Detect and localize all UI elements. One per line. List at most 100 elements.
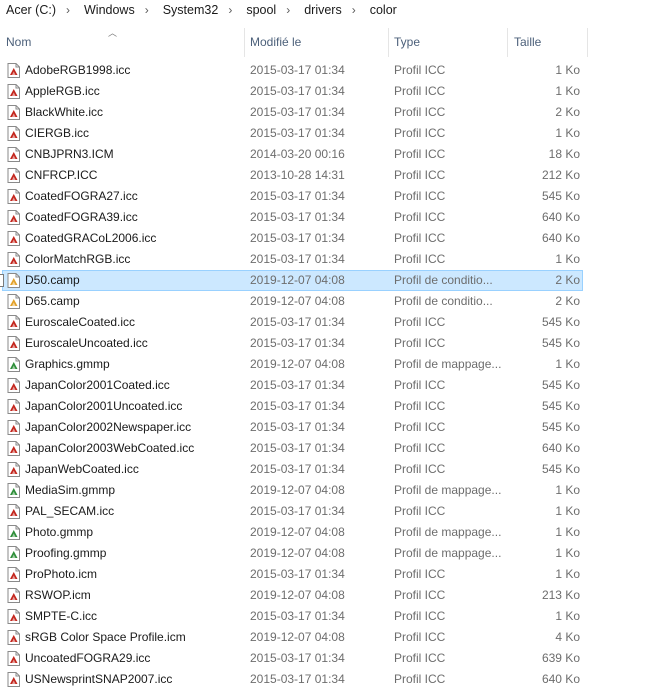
column-header-name[interactable]: Nom — [0, 28, 244, 57]
file-name: EuroscaleUncoated.icc — [25, 336, 148, 350]
icc-profile-icon — [7, 147, 20, 162]
icc-profile-icon — [7, 63, 20, 78]
file-size: 640 Ko — [541, 441, 580, 455]
table-row[interactable]: CoatedGRACoL2006.icc 2015-03-17 01:34 Prof… — [0, 228, 645, 249]
table-row[interactable]: CNFRCP.ICC 2013-10-28 14:31 Profil ICC 212 … — [0, 165, 645, 186]
table-row[interactable]: Graphics.gmmp 2019-12-07 04:08 Profil de m… — [0, 354, 645, 375]
breadcrumb-item[interactable]: color — [364, 3, 399, 17]
file-name: USNewsprintSNAP2007.icc — [25, 672, 173, 686]
file-type: Profil ICC — [394, 336, 446, 350]
file-type: Profil de mappage... — [394, 525, 502, 539]
table-row[interactable]: BlackWhite.icc 2015-03-17 01:34 Profil ICC… — [0, 102, 645, 123]
file-date: 2019-12-07 04:08 — [250, 483, 345, 497]
table-row[interactable]: JapanColor2001Uncoated.icc 2015-03-17 01:… — [0, 396, 645, 417]
file-name: JapanColor2001Uncoated.icc — [25, 399, 183, 413]
table-row[interactable]: JapanColor2003WebCoated.icc 2015-03-17 01… — [0, 438, 645, 459]
file-size: 212 Ko — [541, 168, 580, 182]
table-row[interactable]: CIERGB.icc 2015-03-17 01:34 Profil ICC 1 Ko — [0, 123, 645, 144]
file-type: Profil ICC — [394, 147, 446, 161]
file-date: 2015-03-17 01:34 — [250, 504, 345, 518]
table-row[interactable]: ColorMatchRGB.icc 2015-03-17 01:34 Profil … — [0, 249, 645, 270]
file-date: 2015-03-17 01:34 — [250, 63, 345, 77]
gmmp-profile-icon — [7, 483, 20, 498]
table-row[interactable]: JapanWebCoated.icc 2015-03-17 01:34 Profil… — [0, 459, 645, 480]
breadcrumb-item[interactable]: Windows — [78, 3, 137, 17]
icc-profile-icon — [7, 231, 20, 246]
file-name: PAL_SECAM.icc — [25, 504, 115, 518]
camp-profile-icon — [7, 294, 20, 309]
file-name: AdobeRGB1998.icc — [25, 63, 131, 77]
file-type: Profil ICC — [394, 672, 446, 686]
breadcrumb-item[interactable]: System32 — [157, 3, 221, 17]
file-date: 2015-03-17 01:34 — [250, 189, 345, 203]
table-row[interactable]: USNewsprintSNAP2007.icc 2015-03-17 01:34 P… — [0, 669, 645, 690]
column-header-type[interactable]: Type — [388, 28, 508, 57]
file-name: JapanColor2003WebCoated.icc — [25, 441, 195, 455]
file-date: 2019-12-07 04:08 — [250, 525, 345, 539]
table-row[interactable]: JapanColor2001Coated.icc 2015-03-17 01:34… — [0, 375, 645, 396]
column-header-size[interactable]: Taille — [508, 28, 588, 57]
breadcrumb-item[interactable]: spool — [240, 3, 278, 17]
file-date: 2019-12-07 04:08 — [250, 294, 345, 308]
file-date: 2015-03-17 01:34 — [250, 378, 345, 392]
breadcrumb: Acer (C:) › Windows › System32 › spool ›… — [0, 0, 645, 20]
file-size: 640 Ko — [541, 210, 580, 224]
file-size: 545 Ko — [541, 378, 580, 392]
table-row[interactable]: Proofing.gmmp 2019-12-07 04:08 Profil de m… — [0, 543, 645, 564]
table-row[interactable]: UncoatedFOGRA29.icc 2015-03-17 01:34 Profi… — [0, 648, 645, 669]
file-type: Profil ICC — [394, 378, 446, 392]
icc-profile-icon — [7, 462, 20, 477]
table-row[interactable]: CNBJPRN3.ICM 2014-03-20 00:16 Profil ICC 18… — [0, 144, 645, 165]
file-date: 2013-10-28 14:31 — [250, 168, 345, 182]
file-size: 1 Ko — [555, 525, 580, 539]
checkbox[interactable] — [0, 274, 4, 287]
table-row[interactable]: AdobeRGB1998.icc 2015-03-17 01:34 Profil I… — [0, 60, 645, 81]
icc-profile-icon — [7, 210, 20, 225]
icc-profile-icon — [7, 336, 20, 351]
breadcrumb-item[interactable]: Acer (C:) — [0, 3, 58, 17]
table-row[interactable]: RSWOP.icm 2019-12-07 04:08 Profil ICC 213 K… — [0, 585, 645, 606]
table-row[interactable]: ProPhoto.icm 2015-03-17 01:34 Profil ICC 1 … — [0, 564, 645, 585]
file-type: Profil ICC — [394, 231, 446, 245]
breadcrumb-item[interactable]: drivers — [298, 3, 344, 17]
chevron-right-icon[interactable]: › — [58, 3, 78, 17]
column-header-date[interactable]: Modifié le — [244, 28, 388, 57]
chevron-right-icon[interactable]: › — [344, 3, 364, 17]
table-row[interactable]: PAL_SECAM.icc 2015-03-17 01:34 Profil ICC 1… — [0, 501, 645, 522]
icc-profile-icon — [7, 630, 20, 645]
gmmp-profile-icon — [7, 546, 20, 561]
sort-ascending-icon: ︿ — [108, 28, 118, 38]
file-date: 2015-03-17 01:34 — [250, 441, 345, 455]
table-row[interactable]: D65.camp 2019-12-07 04:08 Profil de condit… — [0, 291, 645, 312]
table-row[interactable]: CoatedFOGRA27.icc 2015-03-17 01:34 Profil … — [0, 186, 645, 207]
file-type: Profil ICC — [394, 84, 446, 98]
file-size: 1 Ko — [555, 546, 580, 560]
file-type: Profil de conditio... — [394, 273, 493, 287]
file-date: 2014-03-20 00:16 — [250, 147, 345, 161]
table-row[interactable]: AppleRGB.icc 2015-03-17 01:34 Profil ICC 1 … — [0, 81, 645, 102]
table-row[interactable]: sRGB Color Space Profile.icm 2019-12-07 0… — [0, 627, 645, 648]
icc-profile-icon — [7, 651, 20, 666]
column-divider[interactable] — [587, 28, 588, 57]
table-row[interactable]: D50.camp 2019-12-07 04:08 Profil de condit… — [0, 270, 645, 291]
file-name: CNFRCP.ICC — [25, 168, 98, 182]
table-row[interactable]: EuroscaleCoated.icc 2015-03-17 01:34 Profi… — [0, 312, 645, 333]
file-type: Profil de mappage... — [394, 357, 502, 371]
table-row[interactable]: CoatedFOGRA39.icc 2015-03-17 01:34 Profil … — [0, 207, 645, 228]
table-row[interactable]: JapanColor2002Newspaper.icc 2015-03-17 01… — [0, 417, 645, 438]
icc-profile-icon — [7, 252, 20, 267]
file-type: Profil ICC — [394, 651, 446, 665]
chevron-right-icon[interactable]: › — [137, 3, 157, 17]
icc-profile-icon — [7, 420, 20, 435]
chevron-right-icon[interactable]: › — [220, 3, 240, 17]
table-row[interactable]: SMPTE-C.icc 2015-03-17 01:34 Profil ICC 1 K… — [0, 606, 645, 627]
icc-profile-icon — [7, 441, 20, 456]
table-row[interactable]: Photo.gmmp 2019-12-07 04:08 Profil de mapp… — [0, 522, 645, 543]
file-size: 2 Ko — [555, 273, 580, 287]
file-date: 2015-03-17 01:34 — [250, 231, 345, 245]
file-size: 1 Ko — [555, 504, 580, 518]
table-row[interactable]: EuroscaleUncoated.icc 2015-03-17 01:34 Pro… — [0, 333, 645, 354]
file-name: D50.camp — [25, 273, 80, 287]
table-row[interactable]: MediaSim.gmmp 2019-12-07 04:08 Profil de m… — [0, 480, 645, 501]
chevron-right-icon[interactable]: › — [278, 3, 298, 17]
